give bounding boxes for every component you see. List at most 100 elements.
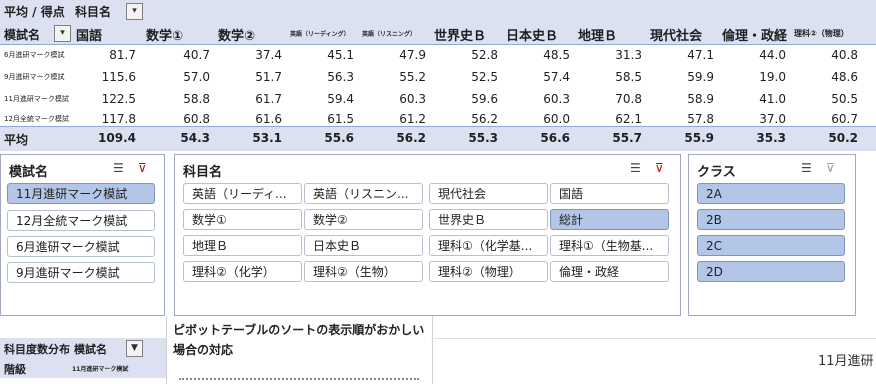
note-next-line	[179, 378, 419, 380]
table-cell: 41.0	[759, 92, 786, 106]
filter-button[interactable]: ▼	[126, 340, 143, 357]
cell-text: 11月進研	[818, 354, 874, 369]
slicer-item[interactable]: 2D	[697, 261, 845, 282]
table-cell: 117.8	[101, 112, 136, 126]
grand-total-cell: 55.3	[468, 131, 498, 145]
slicer-item[interactable]: 英語（リスニン...	[304, 183, 423, 204]
slicer-item[interactable]: 2B	[697, 209, 845, 230]
column-header[interactable]: 日本史Ｂ	[506, 25, 558, 44]
table-row: 12月全統マーク模試 117.8 60.8 61.6 61.5 61.2 56.2 60.0 6…	[0, 108, 876, 128]
column-header[interactable]: 国語	[76, 25, 102, 44]
slicer-item[interactable]: 2A	[697, 183, 845, 204]
slicer-item[interactable]: 理科②（生物）	[304, 261, 423, 282]
table-cell: 59.6	[471, 92, 498, 106]
row-label[interactable]: 11月進研マーク模試	[4, 94, 69, 104]
multi-select-icon[interactable]: ☰	[113, 161, 124, 175]
table-cell: 37.0	[759, 112, 786, 126]
slicer-item[interactable]: 6月進研マーク模試	[7, 236, 155, 257]
grand-total-cell: 55.6	[324, 131, 354, 145]
slicer-item[interactable]: 倫理・政経	[550, 261, 669, 282]
column-header[interactable]: 現代社会	[650, 25, 702, 44]
slicer-item[interactable]: 英語（リーディ...	[183, 183, 302, 204]
slicer-item[interactable]: 国語	[550, 183, 669, 204]
table-cell: 56.3	[327, 70, 354, 84]
table-cell: 58.8	[183, 92, 210, 106]
clear-filter-icon[interactable]: ⊽	[138, 161, 147, 175]
multi-select-icon[interactable]: ☰	[630, 161, 641, 175]
column-header[interactable]: 地理Ｂ	[578, 25, 617, 44]
slicer-title: クラス	[697, 165, 736, 180]
column-header[interactable]: 数学①	[146, 25, 183, 44]
table-cell: 57.8	[687, 112, 714, 126]
table-cell: 60.7	[831, 112, 858, 126]
slicer-item[interactable]: 理科②（物理）	[429, 261, 548, 282]
slicer-item[interactable]: 11月進研マーク模試	[7, 183, 155, 204]
note-textbox[interactable]: ピボットテーブルのソートの表示順がおかしい場合の対応	[166, 316, 433, 384]
table-cell: 57.0	[183, 70, 210, 84]
clear-filter-icon[interactable]: ⊽	[826, 161, 835, 175]
table-cell: 48.6	[831, 70, 858, 84]
table-cell: 60.8	[183, 112, 210, 126]
table-cell: 61.6	[255, 112, 282, 126]
table-cell: 47.1	[687, 48, 714, 62]
table-cell: 19.0	[759, 70, 786, 84]
grand-total-cell: 109.4	[98, 131, 136, 145]
slicer-item[interactable]: 理科①（化学基...	[429, 235, 548, 256]
pivot2-value-label: 科目度数分布	[4, 343, 70, 356]
column-header[interactable]: 数学②	[218, 25, 255, 44]
table-cell: 58.9	[687, 92, 714, 106]
table-cell: 60.3	[543, 92, 570, 106]
column-header[interactable]: 英語（リーディング）	[290, 29, 350, 38]
slicer-exam: 模試名 ☰ ⊽ 11月進研マーク模試 12月全統マーク模試 6月進研マーク模試 9月進…	[0, 154, 165, 316]
row-label[interactable]: 12月全統マーク模試	[4, 114, 69, 124]
column-header[interactable]: 英語（リスニング）	[362, 29, 416, 38]
grand-total-cell: 56.2	[396, 131, 426, 145]
column-header[interactable]: 世界史Ｂ	[434, 25, 486, 44]
table-cell: 55.2	[399, 70, 426, 84]
table-cell: 58.5	[615, 70, 642, 84]
pivot-header-row: 平均 / 得点 科目名 ▾	[0, 0, 876, 22]
pivot2-row-header: 階級 11月進研マーク模試	[0, 358, 166, 378]
table-cell: 37.4	[255, 48, 282, 62]
table-cell: 57.4	[543, 70, 570, 84]
clear-filter-icon[interactable]: ⊽	[655, 161, 664, 175]
slicer-class: クラス ☰ ⊽ 2A 2B 2C 2D	[688, 154, 856, 316]
row-filter-button[interactable]: ▾	[54, 25, 71, 42]
row-label[interactable]: 9月進研マーク模試	[4, 72, 64, 82]
slicer-item[interactable]: 地理Ｂ	[183, 235, 302, 256]
grand-total-cell: 56.6	[540, 131, 570, 145]
table-cell: 62.1	[615, 112, 642, 126]
column-header[interactable]: 理科②（物理）	[794, 28, 849, 39]
table-cell: 40.7	[183, 48, 210, 62]
slicer-item[interactable]: 数学①	[183, 209, 302, 230]
slicer-item[interactable]: 世界史Ｂ	[429, 209, 548, 230]
table-row: 11月進研マーク模試 122.5 58.8 61.7 59.4 60.3 59.6 60.3 7…	[0, 88, 876, 108]
slicer-item[interactable]: 日本史Ｂ	[304, 235, 423, 256]
table-cell: 59.9	[687, 70, 714, 84]
row-label[interactable]: 6月進研マーク模試	[4, 50, 64, 60]
slicer-title: 科目名	[183, 165, 223, 180]
pivot2-filter-label: 模試名	[74, 343, 107, 356]
column-filter-button[interactable]: ▾	[126, 3, 143, 20]
table-cell: 56.2	[471, 112, 498, 126]
slicer-item[interactable]: 現代社会	[429, 183, 548, 204]
column-header[interactable]: 倫理・政経	[722, 25, 787, 44]
slicer-item[interactable]: 理科①（生物基...	[550, 235, 669, 256]
multi-select-icon[interactable]: ☰	[801, 161, 812, 175]
table-cell: 122.5	[101, 92, 136, 106]
table-cell: 44.0	[759, 48, 786, 62]
table-cell: 60.3	[399, 92, 426, 106]
slicer-item[interactable]: 9月進研マーク模試	[7, 262, 155, 283]
pivot-value-label: 平均 / 得点	[4, 5, 65, 19]
slicer-item[interactable]: 12月全統マーク模試	[7, 210, 155, 231]
slicer-item[interactable]: 総計	[550, 209, 669, 230]
slicer-title: 模試名	[9, 165, 49, 180]
pivot-column-headers: 模試名 ▾ 国語 数学① 数学② 英語（リーディング） 英語（リスニング） 世界…	[0, 22, 876, 45]
slicer-item[interactable]: 数学②	[304, 209, 423, 230]
pivot2-header-row: 科目度数分布 模試名 ▼	[0, 338, 166, 358]
slicer-item[interactable]: 理科②（化学）	[183, 261, 302, 282]
slicer-item[interactable]: 2C	[697, 235, 845, 256]
table-cell: 50.5	[831, 92, 858, 106]
pivot2-filter-value: 11月進研マーク模試	[72, 366, 129, 373]
grand-total-cell: 50.2	[828, 131, 858, 145]
